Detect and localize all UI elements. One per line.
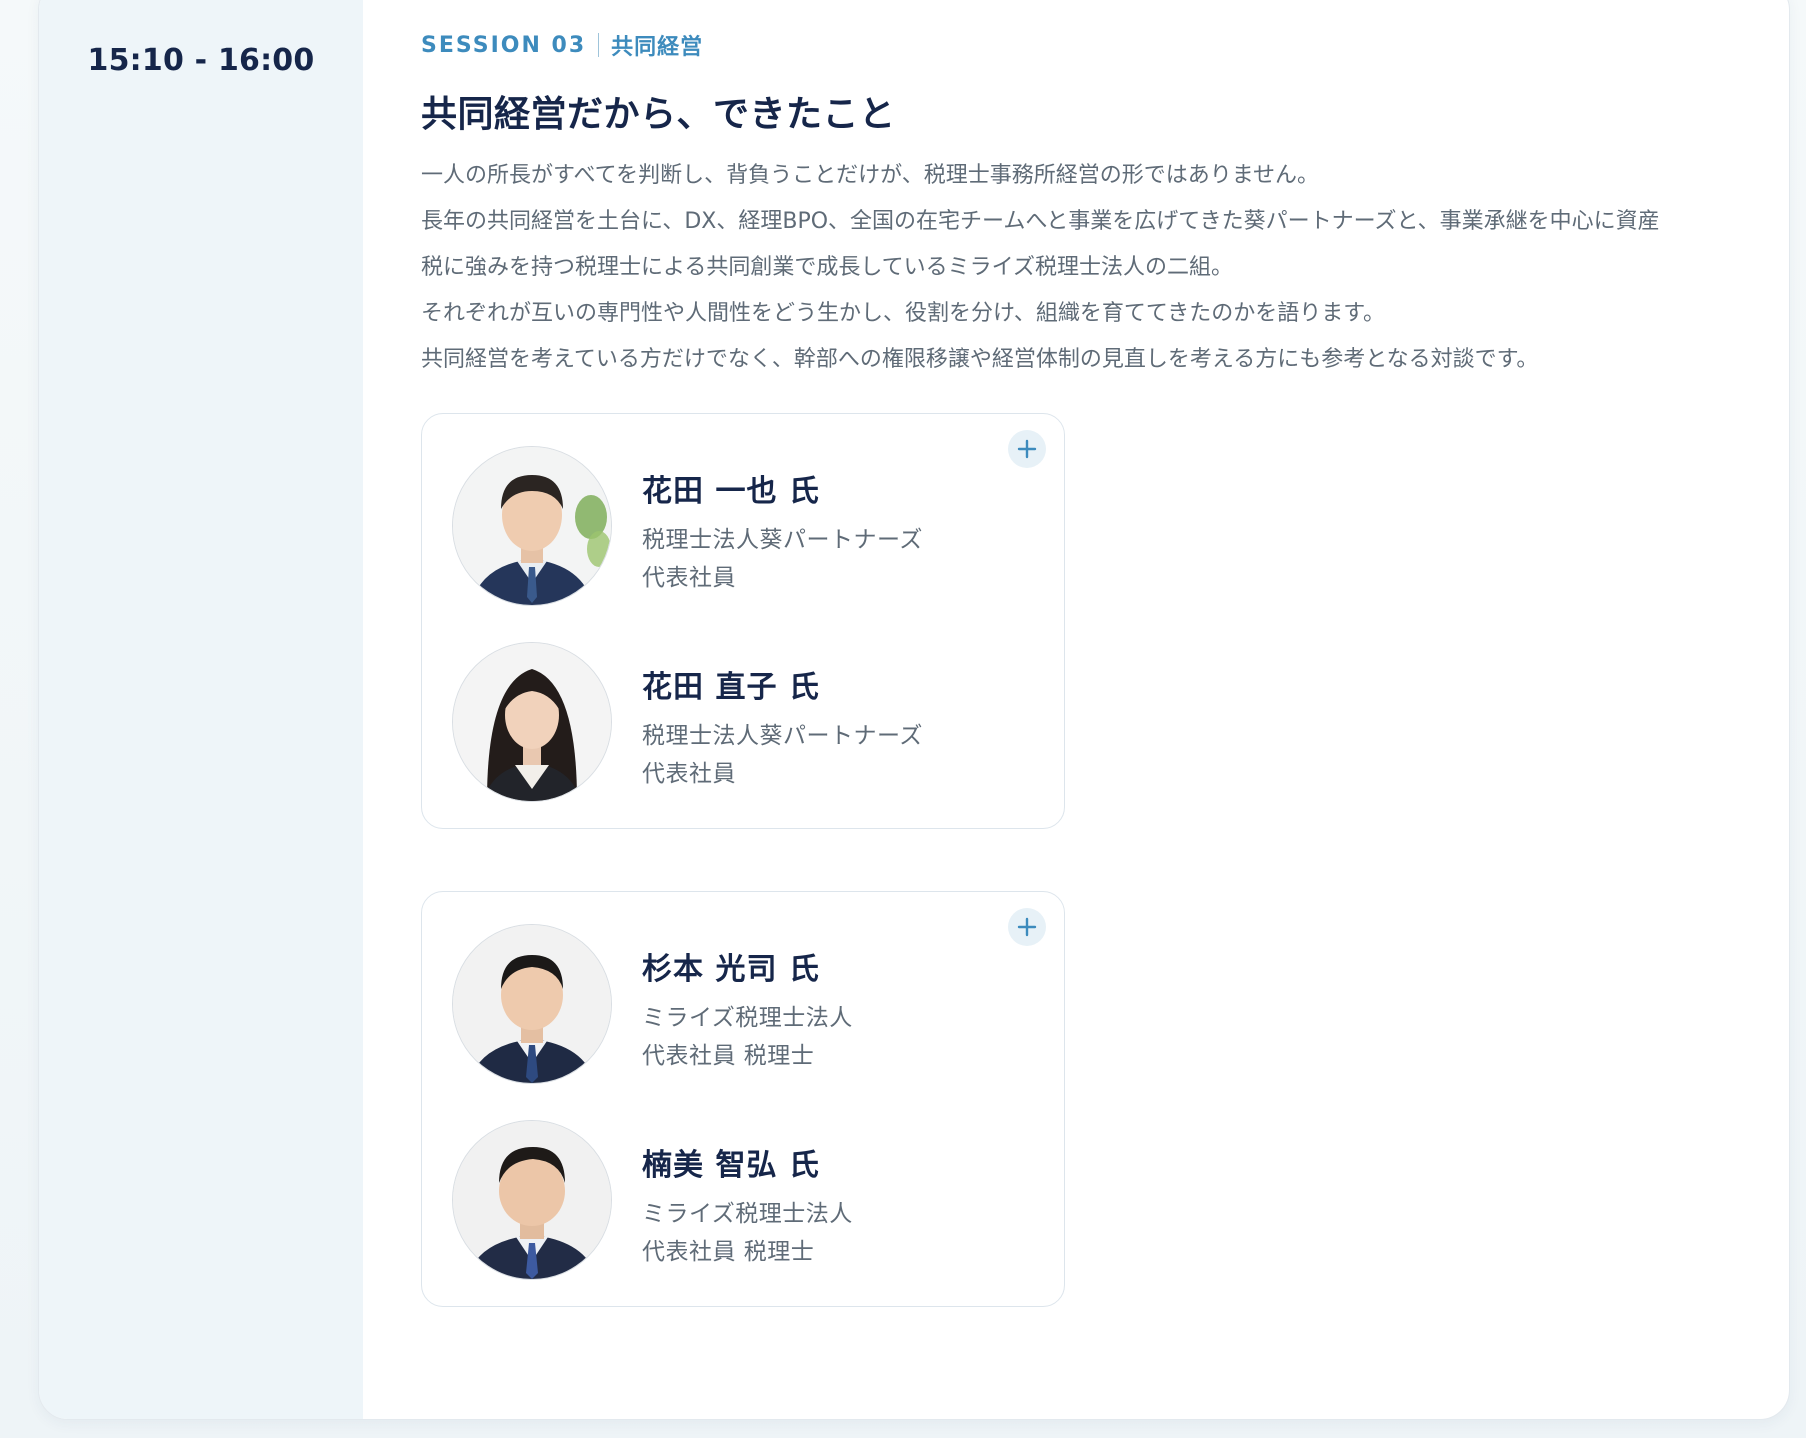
session-label: SESSION 03 共同経営 — [421, 29, 703, 61]
speaker-photo-avatar — [452, 924, 612, 1084]
speaker-photo-avatar — [452, 1120, 612, 1280]
speaker-name: 花田 直子 氏 — [642, 670, 820, 705]
session-card: 15:10 - 16:00 SESSION 03 共同経営 共同経営だから、でき… — [38, 0, 1790, 1420]
session-title: 共同経営だから、できたこと — [421, 94, 896, 135]
speaker-card: 花田 直子 氏 税理士法人葵パートナーズ 代表社員 — [452, 642, 1042, 802]
session-topic: 共同経営 — [611, 35, 704, 60]
speaker-name: 楠美 智弘 氏 — [642, 1148, 820, 1183]
speaker-role: 代表社員 税理士 — [642, 1043, 815, 1069]
speaker-group-aoi: 花田 一也 氏 税理士法人葵パートナーズ 代表社員 花田 直子 氏 税理士法人葵… — [421, 413, 1065, 829]
session-number: SESSION 03 — [421, 32, 587, 58]
description-line: 共同経営を考えている方だけでなく、幹部への権限移譲や経営体制の見直しを考える方に… — [421, 347, 1539, 372]
speaker-group-mirise: 杉本 光司 氏 ミライズ税理士法人 代表社員 税理士 楠美 智弘 氏 ミライズ税… — [421, 891, 1065, 1307]
description-line: それぞれが互いの専門性や人間性をどう生かし、役割を分け、組織を育ててきたのかを語… — [421, 301, 1386, 326]
speaker-organization: ミライズ税理士法人 — [642, 1005, 853, 1031]
speaker-card: 杉本 光司 氏 ミライズ税理士法人 代表社員 税理士 — [452, 924, 1042, 1084]
page: 15:10 - 16:00 SESSION 03 共同経営 共同経営だから、でき… — [0, 0, 1806, 1438]
speaker-card: 楠美 智弘 氏 ミライズ税理士法人 代表社員 税理士 — [452, 1120, 1042, 1280]
label-divider — [598, 33, 600, 57]
speaker-role: 代表社員 — [642, 565, 736, 591]
description-line: 一人の所長がすべてを判断し、背負うことだけが、税理士事務所経営の形ではありません… — [421, 163, 1320, 188]
speaker-photo-avatar — [452, 446, 612, 606]
session-description: 一人の所長がすべてを判断し、背負うことだけが、税理士事務所経営の形ではありません… — [421, 153, 1751, 383]
session-time: 15:10 - 16:00 — [87, 43, 315, 78]
speaker-organization: 税理士法人葵パートナーズ — [642, 723, 923, 749]
description-line: 税に強みを持つ税理士による共同創業で成長しているミライズ税理士法人の二組。 — [421, 255, 1234, 280]
speaker-organization: ミライズ税理士法人 — [642, 1201, 853, 1227]
speaker-organization: 税理士法人葵パートナーズ — [642, 527, 923, 553]
session-time-column: 15:10 - 16:00 — [39, 0, 363, 1419]
speaker-photo-avatar — [452, 642, 612, 802]
speaker-card: 花田 一也 氏 税理士法人葵パートナーズ 代表社員 — [452, 446, 1042, 606]
speaker-role: 代表社員 税理士 — [642, 1239, 815, 1265]
speaker-role: 代表社員 — [642, 761, 736, 787]
description-line: 長年の共同経営を土台に、DX、経理BPO、全国の在宅チームへと事業を広げてきた葵… — [421, 209, 1660, 234]
speaker-name: 花田 一也 氏 — [642, 474, 820, 509]
speaker-name: 杉本 光司 氏 — [642, 952, 820, 987]
